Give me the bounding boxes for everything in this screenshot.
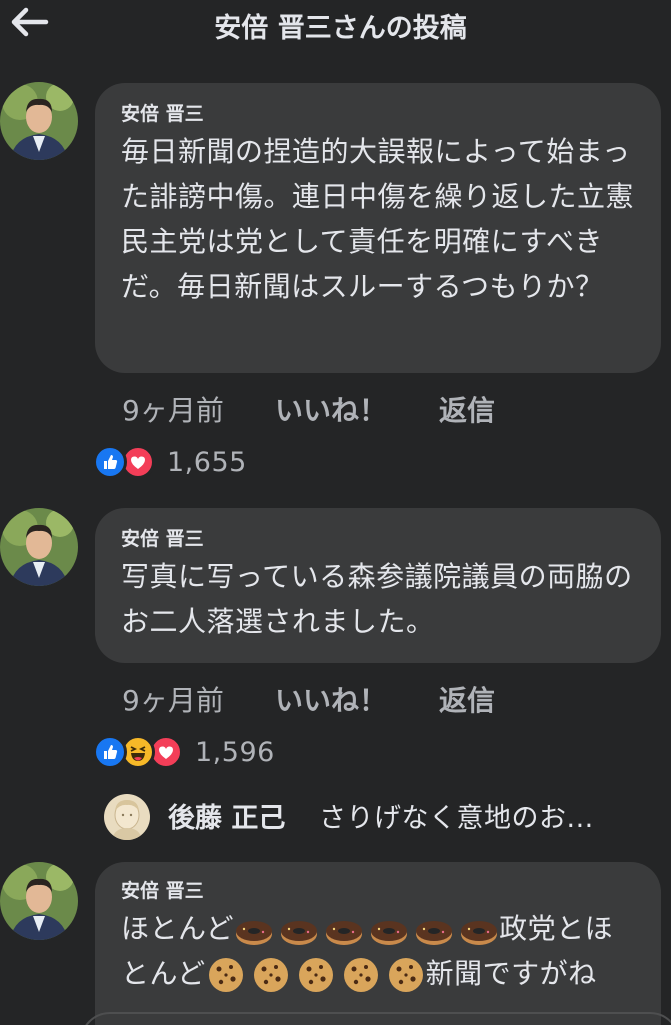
donut-icon <box>371 921 408 945</box>
comment-2-author[interactable]: 安倍 晋三 <box>121 526 635 552</box>
comment-3-bubble[interactable]: 安倍 晋三 ほとんど 政党とほ とんど 新聞ですがね <box>95 862 661 1025</box>
reply-author[interactable]: 後藤 正己 <box>168 796 285 835</box>
comment-2-reaction-count: 1,596 <box>195 736 275 768</box>
donut-emoji-row <box>234 910 499 950</box>
donut-icon <box>236 921 273 945</box>
comment-1-avatar[interactable] <box>0 82 78 160</box>
comment-1-reaction-count: 1,655 <box>167 446 247 478</box>
comment-3-text-part1: ほとんど <box>121 912 235 945</box>
donut-icon <box>461 921 498 945</box>
comment-1-text: 毎日新聞の捏造的大誤報によって始まった誹謗中傷。連日中傷を繰り返した立憲民主党は… <box>121 135 635 303</box>
cookie-icon <box>343 958 378 992</box>
comment-3-text-part4: 新聞ですがね <box>425 957 597 990</box>
comment-1-timestamp[interactable]: 9ヶ月前 <box>122 389 224 429</box>
comment-3-text: ほとんど 政党とほ とんど 新聞ですがね <box>121 906 635 996</box>
comment-1-bubble[interactable]: 安倍 晋三 毎日新聞の捏造的大誤報によって始まった誹謗中傷。連日中傷を繰り返した… <box>95 83 661 373</box>
cookie-emoji-row <box>206 955 426 995</box>
comment-2-like-button[interactable]: いいね！ <box>275 679 387 719</box>
cookie-icon <box>388 958 423 992</box>
reply-snippet: さりげなく意地のお... <box>319 803 594 834</box>
comment-1-reactions[interactable]: 1,655 <box>93 444 247 480</box>
comment-1-reply-button[interactable]: 返信 <box>439 389 495 429</box>
comment-2-reactions[interactable]: 1,596 <box>93 734 275 770</box>
cookie-icon <box>208 958 243 992</box>
comment-2-text: 写真に写っている森参議院議員の両脇のお二人落選されました。 <box>121 560 633 638</box>
comment-2-avatar[interactable] <box>0 508 78 586</box>
comment-1-like-button[interactable]: いいね！ <box>275 389 387 429</box>
comment-2-bubble[interactable]: 安倍 晋三 写真に写っている森参議院議員の両脇のお二人落選されました。 <box>95 508 661 663</box>
comment-3-text-part2: 政党とほ <box>499 912 614 945</box>
like-reaction-icon <box>93 735 127 769</box>
page-title: 安倍 晋三さんの投稿 <box>214 13 467 44</box>
comment-1-author[interactable]: 安倍 晋三 <box>121 101 635 127</box>
donut-icon <box>326 921 363 945</box>
reply-avatar[interactable] <box>104 794 150 840</box>
comment-3-text-part3: とんど <box>121 957 206 990</box>
comment-2-reply-button[interactable]: 返信 <box>439 679 495 719</box>
comment-2-timestamp[interactable]: 9ヶ月前 <box>122 679 224 719</box>
like-reaction-icon <box>93 445 127 479</box>
comment-composer[interactable] <box>80 1012 671 1025</box>
reply-preview[interactable]: 後藤 正己 さりげなく意地のお... <box>104 792 664 840</box>
comment-3-avatar[interactable] <box>0 862 78 940</box>
cookie-icon <box>298 958 333 992</box>
donut-icon <box>416 921 453 945</box>
donut-icon <box>281 921 318 945</box>
cookie-icon <box>253 958 288 992</box>
top-bar: 安倍 晋三さんの投稿 <box>0 0 671 58</box>
comment-3-author[interactable]: 安倍 晋三 <box>121 878 635 904</box>
